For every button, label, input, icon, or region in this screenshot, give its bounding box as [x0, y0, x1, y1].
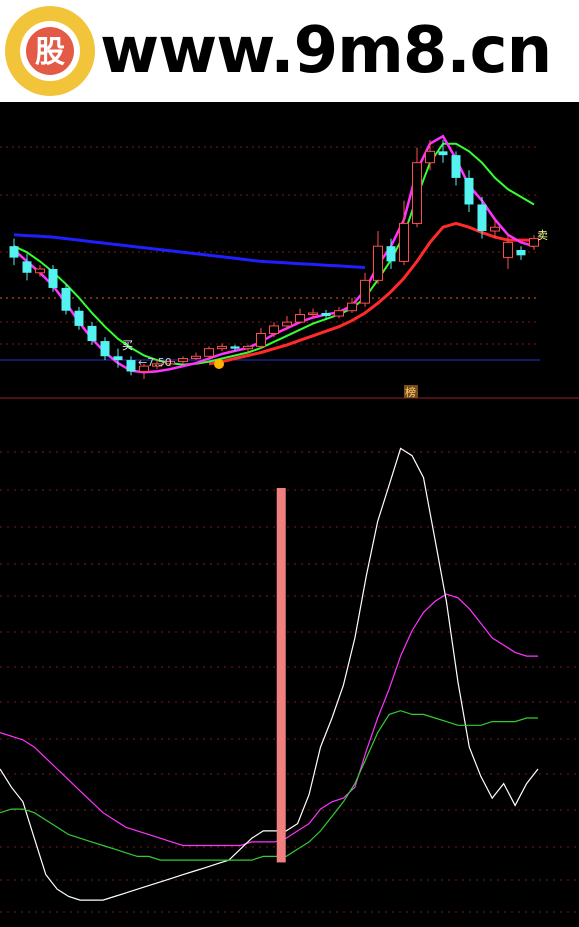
- candle-body: [321, 312, 331, 317]
- candle-body: [490, 226, 500, 232]
- site-logo-icon: 股: [5, 6, 95, 96]
- candle-body: [438, 151, 448, 156]
- candle-body: [451, 155, 461, 178]
- candle-body: [464, 177, 474, 205]
- candle-body: [386, 246, 396, 262]
- buy-signal-dot: [214, 359, 224, 369]
- candle-body: [61, 287, 71, 311]
- candle-body: [35, 268, 45, 274]
- candle-body: [100, 341, 110, 357]
- signal-bar-layer: [276, 488, 286, 863]
- candle-body: [48, 268, 58, 288]
- candle-body: [373, 245, 383, 281]
- candle-body: [178, 358, 188, 363]
- candle-body: [360, 279, 370, 304]
- candle-body: [9, 246, 19, 258]
- candle-body: [503, 241, 513, 259]
- candle-body: [269, 325, 279, 334]
- candle-body: [282, 321, 292, 327]
- candle-body: [217, 345, 227, 350]
- candle-body: [22, 261, 32, 273]
- top-marker: 榜: [405, 385, 416, 399]
- candle-body: [243, 345, 253, 350]
- price-level-label: ←7.50: [138, 356, 172, 369]
- candle-body: [425, 150, 435, 164]
- signal-bar: [276, 488, 286, 863]
- site-url-text: www.9m8.cn: [100, 14, 552, 88]
- stock-chart: ←7.50 买 卖 榜: [0, 102, 579, 927]
- sell-marker: 卖: [537, 229, 548, 242]
- candle-body: [516, 250, 526, 256]
- candle-body: [412, 162, 422, 224]
- candle-body: [347, 302, 357, 312]
- candle-body: [74, 310, 84, 326]
- watermark-banner: 股 www.9m8.cn: [0, 0, 579, 102]
- candle-body: [126, 360, 136, 372]
- candle-body: [477, 204, 487, 232]
- buy-marker: 买: [122, 339, 133, 352]
- candle-body: [87, 325, 97, 342]
- candle-body: [113, 356, 123, 361]
- candle-body: [399, 222, 409, 262]
- svg-text:股: 股: [35, 35, 65, 70]
- candle-body: [191, 355, 201, 360]
- candle-body: [308, 312, 318, 316]
- candle-body: [295, 314, 305, 323]
- candle-body: [230, 346, 240, 349]
- candle-body: [334, 310, 344, 317]
- candle-body: [256, 332, 266, 347]
- candle-body: [204, 348, 214, 357]
- chart-background: [0, 102, 579, 927]
